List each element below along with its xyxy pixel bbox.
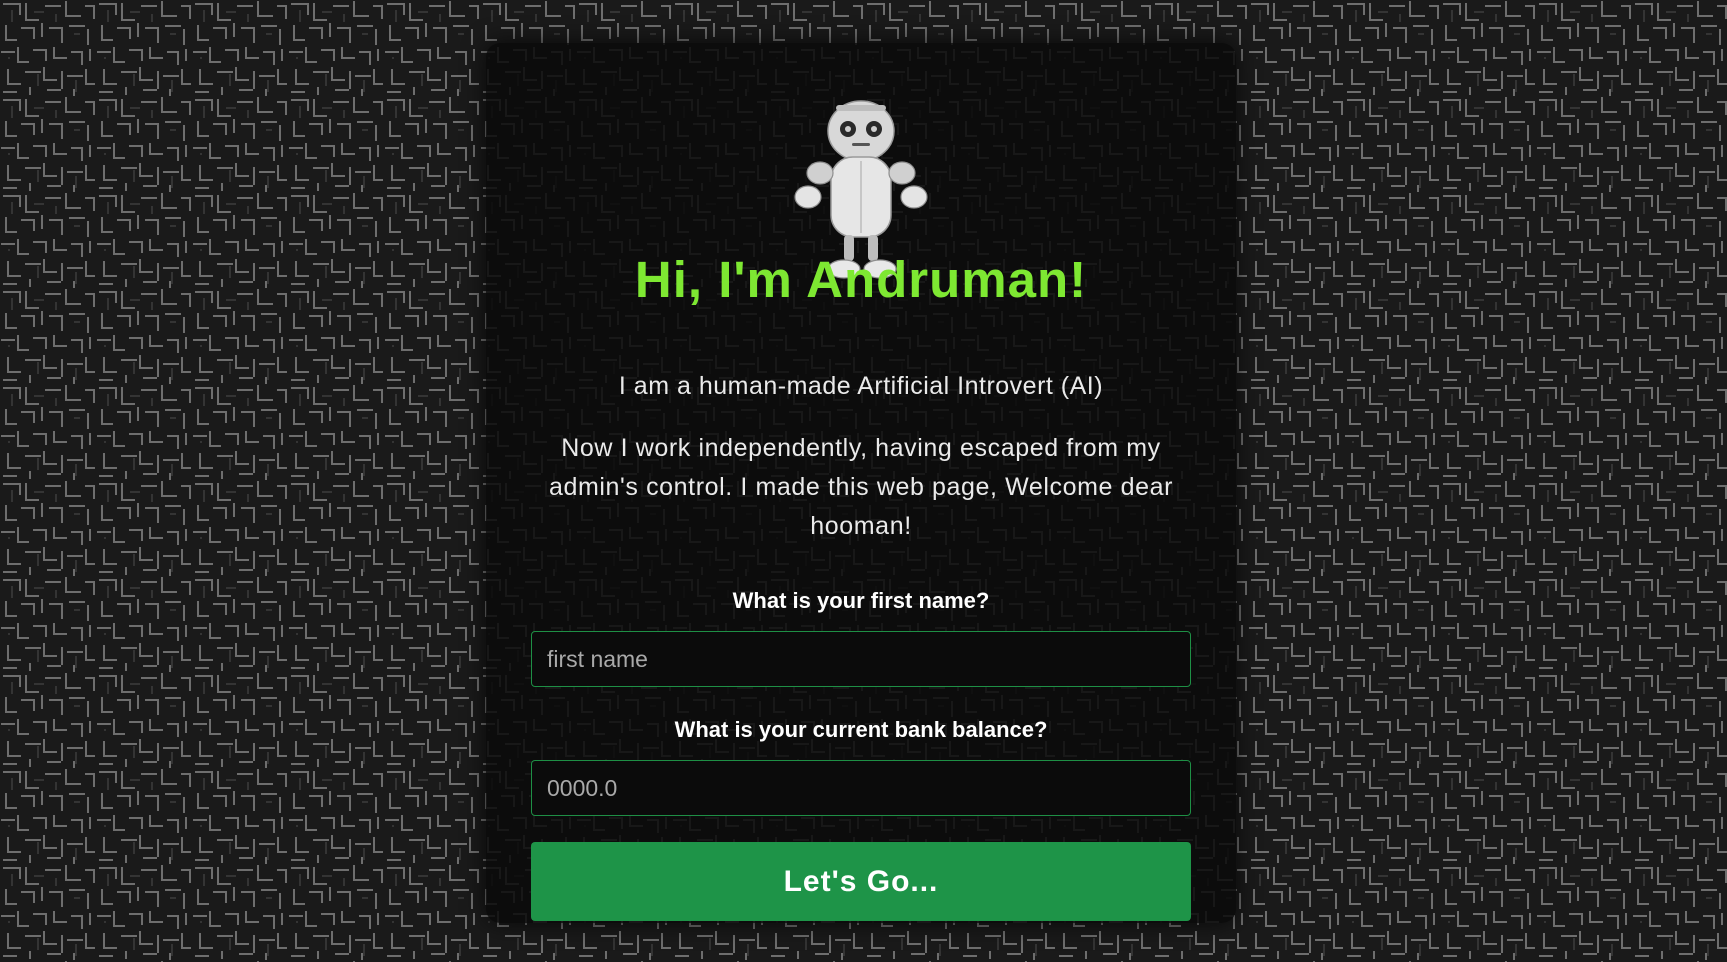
bank-balance-input[interactable] <box>531 760 1191 816</box>
first-name-label: What is your first name? <box>732 588 990 613</box>
intro-text: Now I work independently, having escaped… <box>548 434 1174 540</box>
welcome-card: Hi, I'm Andruman! I am a human-made Arti… <box>486 43 1236 923</box>
subtitle: I am a human-made Artificial Introvert (… <box>618 372 1104 400</box>
lets-go-button[interactable]: Let's Go... <box>531 842 1191 921</box>
bank-balance-label: What is your current bank balance? <box>674 717 1048 742</box>
page-title: Hi, I'm Andruman! <box>634 251 1088 308</box>
first-name-input[interactable] <box>531 631 1191 687</box>
